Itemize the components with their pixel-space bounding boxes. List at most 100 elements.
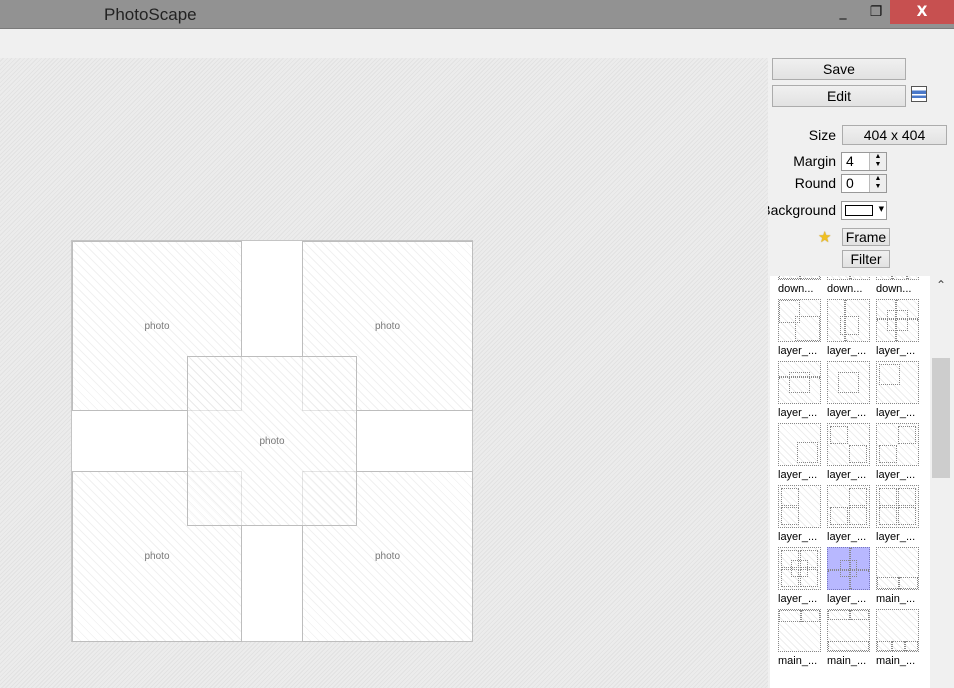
template-thumbnail[interactable]: down... [772,276,822,299]
thumbnail-label: layer_... [827,345,867,357]
thumbnail-preview [778,276,821,280]
thumbnail-label: layer_... [876,407,916,419]
thumbnail-label: layer_... [778,345,818,357]
thumbnail-preview [778,547,821,590]
template-list[interactable]: down... down... down... layer_... layer_... l… [770,276,930,688]
close-button[interactable]: X [890,0,954,24]
frame-button[interactable]: Frame [842,228,890,246]
thumbnail-preview [876,276,919,280]
thumbnail-preview [827,299,870,342]
thumbnail-label: layer_... [876,531,916,543]
save-button[interactable]: Save [772,58,906,80]
template-thumbnail[interactable]: down... [821,276,871,299]
template-thumbnail[interactable]: main_... [821,609,871,671]
thumbnail-label: down... [876,283,912,295]
photo-cell-center[interactable]: photo [187,356,357,526]
template-thumbnail[interactable]: main_... [870,547,920,609]
thumbnail-label: main_... [876,593,916,605]
thumbnail-preview [827,423,870,466]
thumbnail-preview [876,609,919,652]
thumbnail-label: layer_... [778,531,818,543]
thumbnail-label: down... [827,283,863,295]
thumbnail-label: layer_... [778,469,818,481]
edit-button[interactable]: Edit [772,85,906,107]
photo-label: photo [259,435,285,447]
template-thumbnail[interactable]: main_... [772,609,822,671]
template-thumbnail[interactable]: layer_... [870,485,920,547]
thumbnail-label: layer_... [778,407,818,419]
restore-button[interactable]: ❐ [858,0,894,24]
size-button[interactable]: 404 x 404 [842,125,947,145]
thumbnail-label: layer_... [876,345,916,357]
thumbnail-label: layer_... [876,469,916,481]
thumbnail-preview [827,547,870,590]
thumbnail-label: main_... [827,655,867,667]
margin-stepper[interactable]: 4 ▲ ▼ [841,152,887,171]
scrollbar-thumb[interactable] [932,358,950,478]
template-thumbnail[interactable]: down... [870,276,920,299]
thumbnail-preview [827,276,870,280]
template-thumbnail[interactable]: layer_... [870,299,920,361]
thumbnail-label: down... [778,283,814,295]
list-layout-icon[interactable] [911,86,927,102]
template-thumbnail[interactable]: layer_... [821,299,871,361]
thumbnail-label: layer_... [827,407,867,419]
thumbnail-preview [778,361,821,404]
thumbnail-preview [876,299,919,342]
thumbnail-label: main_... [778,655,818,667]
template-thumbnail[interactable]: layer_... [821,547,871,609]
template-thumbnail[interactable]: layer_... [772,299,822,361]
thumbnail-preview [876,485,919,528]
filter-button[interactable]: Filter [842,250,890,268]
thumbnail-preview [778,609,821,652]
scroll-up-icon[interactable]: ⌃ [936,278,946,292]
title-bar: PhotoScape _ ❐ X [0,0,954,29]
background-color-picker[interactable]: ▼ [841,201,887,220]
template-thumbnail[interactable]: layer_... [772,361,822,423]
thumbnail-label: layer_... [827,593,867,605]
thumbnail-preview [876,361,919,404]
photo-label: photo [144,551,170,562]
thumbnail-preview [778,423,821,466]
thumbnail-preview [876,423,919,466]
margin-label: Margin [793,153,836,169]
thumbnail-preview [778,299,821,342]
round-value: 0 [846,175,854,191]
margin-value: 4 [846,153,854,169]
thumbnail-label: main_... [876,655,916,667]
window-title: PhotoScape [104,5,197,24]
size-label: Size [808,127,836,143]
canvas-area: photo photo photo photo photo [0,58,768,688]
settings-panel: Save Edit Size 404 x 404 Margin 4 ▲ ▼ Roun… [768,58,954,688]
template-thumbnail[interactable]: layer_... [870,361,920,423]
round-label: Round [794,175,836,191]
template-thumbnail[interactable]: layer_... [870,423,920,485]
thumbnail-label: layer_... [827,469,867,481]
thumbnail-label: layer_... [827,531,867,543]
color-swatch [845,205,873,216]
collage-preview: photo photo photo photo photo [71,240,473,642]
template-thumbnail[interactable]: layer_... [821,361,871,423]
template-thumbnail[interactable]: layer_... [772,423,822,485]
template-thumbnail[interactable]: layer_... [821,485,871,547]
thumbnail-preview [827,485,870,528]
spin-arrows-icon[interactable]: ▲ ▼ [869,175,886,192]
photo-label: photo [374,551,401,562]
round-stepper[interactable]: 0 ▲ ▼ [841,174,887,193]
photo-label: photo [374,320,401,332]
minimize-button[interactable]: _ [825,0,861,24]
template-thumbnail[interactable]: layer_... [821,423,871,485]
thumbnail-preview [827,361,870,404]
background-label: Background [768,202,836,218]
thumbnail-preview [778,485,821,528]
scrollbar[interactable]: ⌃ [930,276,954,688]
star-icon: ★ [818,228,832,246]
photo-label: photo [144,320,170,332]
template-thumbnail[interactable]: main_... [870,609,920,671]
thumbnail-label: layer_... [778,593,818,605]
template-thumbnail[interactable]: layer_... [772,547,822,609]
dropdown-arrow-icon: ▼ [878,205,884,213]
thumbnail-preview [827,609,870,652]
template-thumbnail[interactable]: layer_... [772,485,822,547]
spin-arrows-icon[interactable]: ▲ ▼ [869,153,886,170]
